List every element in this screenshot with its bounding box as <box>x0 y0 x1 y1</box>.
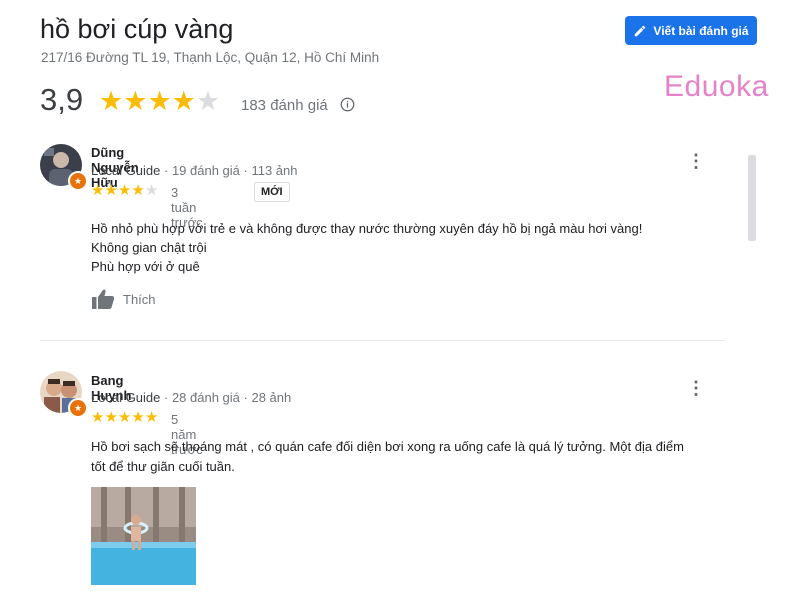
write-review-button[interactable]: Viết bài đánh giá <box>625 16 757 45</box>
reviewer-meta: Local Guide · 19 đánh giá · 113 ảnh <box>91 163 298 178</box>
star-icon: ★ <box>104 182 118 199</box>
local-guide-label: Local Guide <box>91 390 161 405</box>
more-options-icon[interactable]: ⋮ <box>687 152 705 170</box>
star-empty-icon: ★ <box>144 182 159 199</box>
star-icon: ★ <box>123 86 148 116</box>
review-text-line: Hồ bơi sạch sẽ thoáng mát , có quán cafe… <box>91 439 684 454</box>
more-options-icon[interactable]: ⋮ <box>687 379 705 397</box>
star-icon: ★ <box>117 182 132 199</box>
star-icon: ★ <box>144 409 159 426</box>
reviewer-stats: · 28 đánh giá · 28 ảnh <box>164 390 292 405</box>
new-badge: MỚI <box>254 182 290 202</box>
place-title: hồ bơi cúp vàng <box>40 14 234 44</box>
thumbs-up-icon <box>92 289 115 309</box>
star-icon: ★ <box>99 86 124 116</box>
review-photo[interactable] <box>91 487 196 585</box>
local-guide-badge-icon: ★ <box>68 171 88 191</box>
rating-value: 3,9 <box>40 82 84 117</box>
divider <box>40 340 726 341</box>
star-icon: ★ <box>117 409 132 426</box>
reviewer-meta: Local Guide · 28 đánh giá · 28 ảnh <box>91 390 291 405</box>
place-address: 217/16 Đường TL 19, Thạnh Lộc, Quận 12, … <box>41 50 380 65</box>
review-text-line: Không gian chật trội <box>91 240 207 255</box>
star-icon: ★ <box>171 86 196 116</box>
star-icon: ★ <box>131 409 145 426</box>
watermark-logo: Eduoka <box>664 70 769 103</box>
review-count[interactable]: 183 đánh giá <box>241 97 328 114</box>
review-stars: ★ ★ ★ ★ ★ <box>91 183 158 198</box>
scrollbar-thumb[interactable] <box>748 155 756 241</box>
like-button[interactable]: Thích <box>91 288 156 310</box>
review-text-line: Hồ nhỏ phù hợp với trẻ e và không được t… <box>91 221 643 236</box>
review-text-line: tốt để thư giãn cuối tuần. <box>91 459 235 474</box>
star-icon: ★ <box>131 182 145 199</box>
star-icon: ★ <box>104 409 118 426</box>
like-label: Thích <box>123 291 156 307</box>
local-guide-badge-icon: ★ <box>68 398 88 418</box>
review-stars: ★ ★ ★ ★ ★ <box>91 410 158 425</box>
rating-stars: ★ ★ ★ ★ ★ <box>99 88 220 115</box>
star-icon: ★ <box>91 182 105 199</box>
local-guide-label: Local Guide <box>91 163 161 178</box>
star-icon: ★ <box>147 86 172 116</box>
review-text-line: Phù hợp với ở quê <box>91 259 200 274</box>
write-review-label: Viết bài đánh giá <box>653 23 749 38</box>
star-empty-icon: ★ <box>195 86 221 116</box>
star-icon: ★ <box>91 409 105 426</box>
reviewer-stats: · 19 đánh giá · 113 ảnh <box>164 163 298 178</box>
info-icon[interactable] <box>340 97 355 112</box>
pencil-icon <box>635 25 646 36</box>
